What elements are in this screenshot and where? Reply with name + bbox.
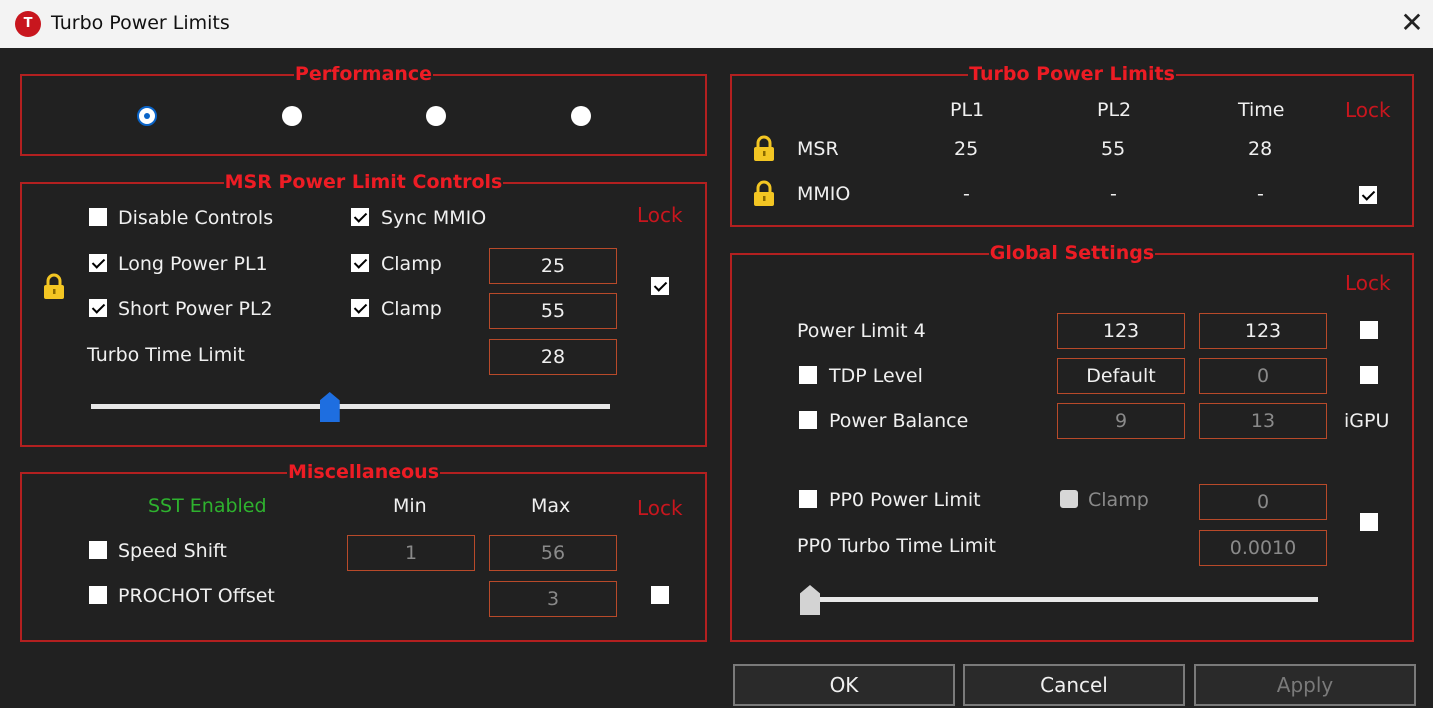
- tdp-level-checkbox[interactable]: [799, 366, 817, 384]
- mmio-pl1-value: -: [963, 183, 970, 205]
- power-balance-label: Power Balance: [829, 410, 969, 432]
- performance-group: Performance: [20, 63, 707, 156]
- pl2-clamp-checkbox[interactable]: [351, 299, 369, 317]
- pl1-clamp-checkbox[interactable]: [351, 254, 369, 272]
- prochot-offset-label: PROCHOT Offset: [118, 585, 275, 607]
- disable-controls-label: Disable Controls: [118, 207, 274, 229]
- sst-status-label: SST Enabled: [148, 495, 267, 517]
- miscellaneous-title: Miscellaneous: [286, 461, 441, 483]
- time-header: Time: [1238, 99, 1285, 121]
- mmio-lock-checkbox[interactable]: [1359, 186, 1377, 204]
- tpl-lock-header: Lock: [1345, 98, 1391, 122]
- msr-row-label: MSR: [797, 138, 839, 160]
- mmio-lock-icon: [754, 180, 774, 206]
- min-column-header: Min: [393, 495, 427, 517]
- sync-mmio-label: Sync MMIO: [381, 207, 487, 229]
- speed-shift-checkbox[interactable]: [89, 541, 107, 559]
- tdp-level-value-input[interactable]: 0: [1199, 358, 1327, 394]
- close-icon[interactable]: ✕: [1398, 6, 1426, 40]
- pp0-clamp-checkbox[interactable]: [1060, 490, 1078, 508]
- speed-shift-max-input[interactable]: 56: [489, 535, 617, 571]
- performance-title: Performance: [293, 63, 434, 85]
- performance-radio-3[interactable]: [426, 106, 446, 126]
- long-power-pl1-label: Long Power PL1: [118, 253, 268, 275]
- performance-radio-1[interactable]: [137, 106, 157, 126]
- pl1-clamp-label: Clamp: [381, 253, 442, 275]
- pp0-power-limit-input[interactable]: 0: [1199, 484, 1327, 520]
- speed-shift-label: Speed Shift: [118, 540, 227, 562]
- pl2-header: PL2: [1097, 99, 1132, 121]
- mmio-pl2-value: -: [1110, 183, 1117, 205]
- performance-radio-4[interactable]: [571, 106, 591, 126]
- msr-pl2-value: 55: [1101, 138, 1126, 160]
- global-settings-title: Global Settings: [988, 242, 1156, 264]
- pp0-power-limit-checkbox[interactable]: [799, 490, 817, 508]
- apply-button[interactable]: Apply: [1194, 664, 1416, 706]
- prochot-offset-input[interactable]: 3: [489, 581, 617, 617]
- ok-button[interactable]: OK: [733, 664, 955, 706]
- turbo-time-limit-label: Turbo Time Limit: [87, 344, 245, 366]
- msr-slider-track[interactable]: [91, 404, 610, 409]
- tdp-level-select[interactable]: Default: [1057, 358, 1185, 394]
- cancel-button[interactable]: Cancel: [963, 664, 1185, 706]
- window-title: Turbo Power Limits: [51, 12, 230, 34]
- pp0-lock-checkbox[interactable]: [1360, 513, 1378, 531]
- max-column-header: Max: [531, 495, 571, 517]
- short-power-pl2-checkbox[interactable]: [89, 299, 107, 317]
- pp0-turbo-time-label: PP0 Turbo Time Limit: [797, 535, 996, 557]
- long-power-pl1-checkbox[interactable]: [89, 254, 107, 272]
- turbo-power-limits-title: Turbo Power Limits: [968, 63, 1176, 85]
- disable-controls-checkbox[interactable]: [89, 208, 107, 226]
- global-settings-group: Global Settings: [730, 242, 1414, 642]
- lock-icon: [44, 273, 64, 299]
- misc-lock-label: Lock: [637, 496, 683, 520]
- tdp-level-lock-checkbox[interactable]: [1360, 366, 1378, 384]
- msr-lock-label: Lock: [637, 203, 683, 227]
- pl2-value-input[interactable]: 55: [489, 293, 617, 329]
- power-limit-4-lock-checkbox[interactable]: [1360, 321, 1378, 339]
- title-bar: T Turbo Power Limits ✕: [0, 0, 1433, 48]
- msr-controls-title: MSR Power Limit Controls: [223, 171, 504, 193]
- prochot-offset-checkbox[interactable]: [89, 586, 107, 604]
- pp0-turbo-time-input[interactable]: 0.0010: [1199, 530, 1327, 566]
- misc-lock-checkbox[interactable]: [651, 586, 669, 604]
- power-balance-checkbox[interactable]: [799, 411, 817, 429]
- tdp-level-label: TDP Level: [829, 365, 923, 387]
- pp0-power-limit-label: PP0 Power Limit: [829, 489, 981, 511]
- sync-mmio-checkbox[interactable]: [351, 208, 369, 226]
- igpu-label: iGPU: [1344, 410, 1390, 432]
- power-limit-4-input-2[interactable]: 123: [1199, 313, 1327, 349]
- short-power-pl2-label: Short Power PL2: [118, 298, 273, 320]
- msr-lock-icon: [754, 135, 774, 161]
- msr-lock-checkbox[interactable]: [651, 277, 669, 295]
- msr-time-value: 28: [1248, 138, 1273, 160]
- power-limit-4-label: Power Limit 4: [797, 320, 926, 342]
- pl1-header: PL1: [950, 99, 985, 121]
- mmio-row-label: MMIO: [797, 183, 851, 205]
- power-balance-cpu-input[interactable]: 9: [1057, 403, 1185, 439]
- pl2-clamp-label: Clamp: [381, 298, 442, 320]
- pp0-clamp-label: Clamp: [1088, 489, 1149, 511]
- mmio-time-value: -: [1257, 183, 1264, 205]
- power-limit-4-input-1[interactable]: 123: [1057, 313, 1185, 349]
- pl1-value-input[interactable]: 25: [489, 248, 617, 284]
- msr-pl1-value: 25: [954, 138, 979, 160]
- power-balance-igpu-input[interactable]: 13: [1199, 403, 1327, 439]
- performance-radio-2[interactable]: [282, 106, 302, 126]
- turbo-time-value-input[interactable]: 28: [489, 339, 617, 375]
- app-logo-icon: T: [15, 11, 41, 37]
- pp0-slider-track[interactable]: [801, 597, 1318, 602]
- global-lock-label: Lock: [1345, 271, 1391, 295]
- speed-shift-min-input[interactable]: 1: [347, 535, 475, 571]
